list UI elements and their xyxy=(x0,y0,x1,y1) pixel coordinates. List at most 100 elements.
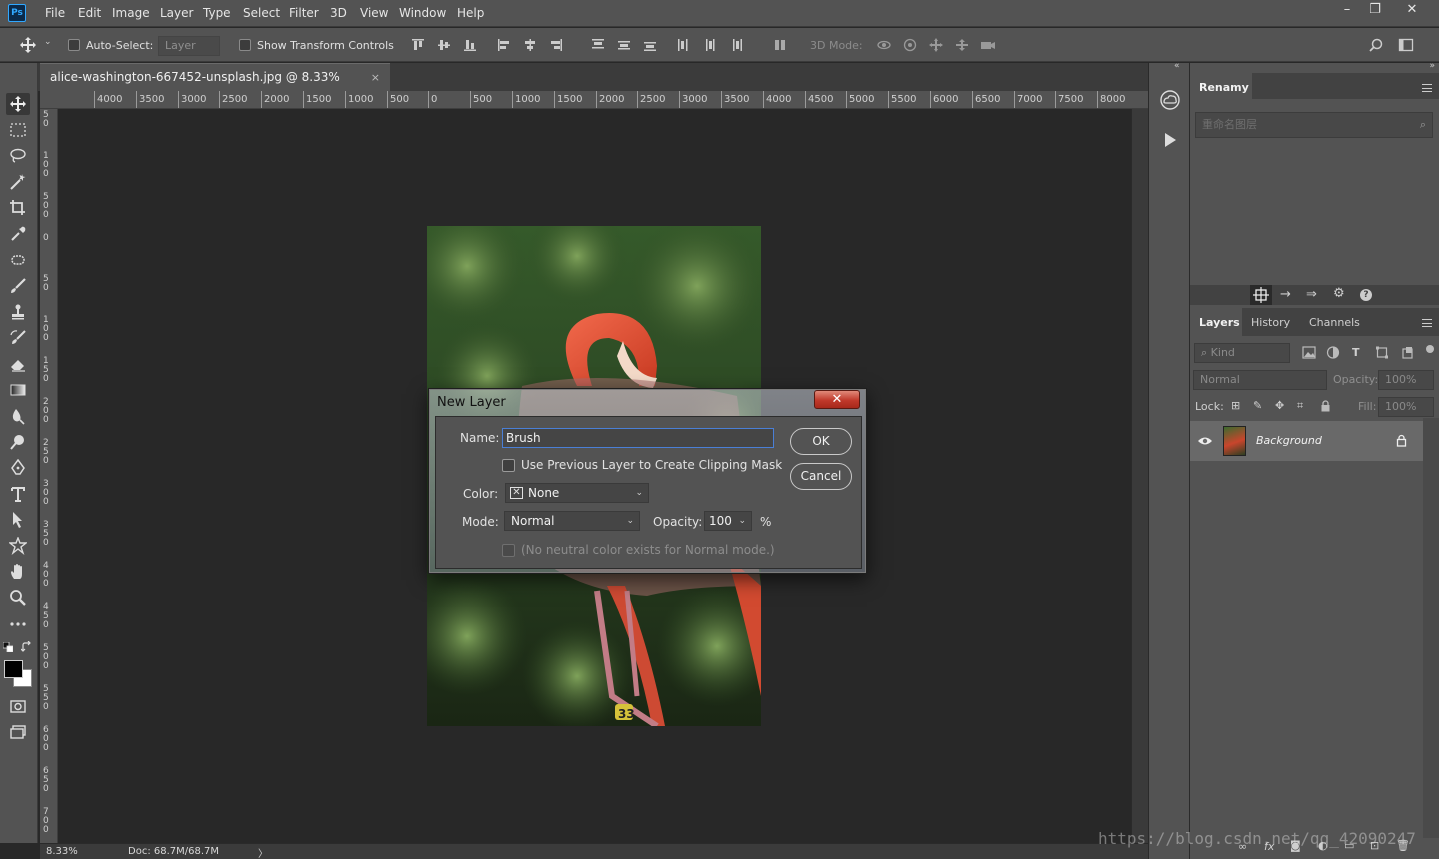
zoom-level[interactable]: 8.33% xyxy=(46,846,78,857)
zoom-tool-icon[interactable] xyxy=(6,587,30,609)
auto-select-dropdown[interactable]: Layer xyxy=(158,36,220,56)
auto-align-icon[interactable] xyxy=(772,37,788,53)
clipping-mask-checkbox[interactable] xyxy=(502,459,515,472)
collapse-dock-icon[interactable]: « xyxy=(1174,61,1180,71)
lock-transparency-icon[interactable]: ⊞ xyxy=(1231,399,1240,412)
menu-filter[interactable]: Filter xyxy=(289,6,319,20)
distribute-hcenter-icon[interactable] xyxy=(702,37,718,53)
auto-select-checkbox[interactable] xyxy=(68,39,80,51)
swap-colors-icon[interactable] xyxy=(20,640,33,653)
quick-mask-icon[interactable] xyxy=(6,695,30,717)
lock-artboard-icon[interactable]: ⌗ xyxy=(1297,399,1303,413)
foreground-color-swatch[interactable] xyxy=(4,660,23,678)
color-select[interactable]: ✕ None ⌄ xyxy=(505,483,649,503)
align-vcenter-icon[interactable] xyxy=(436,37,452,53)
canvas-vertical-scrollbar[interactable] xyxy=(1131,109,1148,843)
custom-shape-icon[interactable] xyxy=(6,535,30,557)
fill-input[interactable]: 100% xyxy=(1378,397,1434,417)
3d-orbit-icon[interactable] xyxy=(876,37,892,53)
close-tab-icon[interactable]: × xyxy=(371,64,380,91)
restore-button[interactable]: ❐ xyxy=(1360,2,1390,20)
renamy-menu-icon[interactable] xyxy=(1422,84,1432,92)
menu-3d[interactable]: 3D xyxy=(330,6,347,20)
layers-scrollbar[interactable] xyxy=(1423,418,1439,838)
history-brush-icon[interactable] xyxy=(6,327,30,349)
path-selection-icon[interactable] xyxy=(6,509,30,531)
layer-kind-filter[interactable]: ⌕ Kind xyxy=(1194,343,1290,363)
3d-roll-icon[interactable] xyxy=(902,37,918,53)
workspace-icon[interactable] xyxy=(1398,37,1414,53)
renamy-search-icon[interactable]: ⌕ xyxy=(1420,113,1426,137)
magic-wand-icon[interactable] xyxy=(6,171,30,193)
menu-image[interactable]: Image xyxy=(112,6,150,20)
distribute-left-icon[interactable] xyxy=(676,37,692,53)
cancel-button[interactable]: Cancel xyxy=(790,463,852,490)
transform-controls-checkbox[interactable] xyxy=(239,39,251,51)
close-window-button[interactable]: ✕ xyxy=(1397,2,1427,20)
menu-type[interactable]: Type xyxy=(203,6,231,20)
menu-file[interactable]: File xyxy=(45,6,65,20)
document-tab[interactable]: alice-washington-667452-unsplash.jpg @ 8… xyxy=(40,63,390,111)
layer-name[interactable]: Background xyxy=(1256,434,1322,447)
dodge-tool-icon[interactable] xyxy=(6,431,30,453)
type-tool-icon[interactable] xyxy=(6,483,30,505)
menu-edit[interactable]: Edit xyxy=(78,6,101,20)
search-icon[interactable] xyxy=(1368,37,1384,53)
align-left-icon[interactable] xyxy=(496,37,512,53)
tab-channels[interactable]: Channels xyxy=(1309,316,1360,329)
dialog-close-button[interactable]: ✕ xyxy=(814,390,860,409)
brush-tool-icon[interactable] xyxy=(6,275,30,297)
marquee-tool-icon[interactable] xyxy=(6,119,30,141)
3d-slide-icon[interactable] xyxy=(954,37,970,53)
lock-pixels-icon[interactable]: ✎ xyxy=(1253,399,1262,412)
tab-layers[interactable]: Layers xyxy=(1190,308,1242,336)
filter-pixel-icon[interactable] xyxy=(1302,346,1316,359)
layer-lock-icon[interactable] xyxy=(1396,434,1407,447)
double-arrow-icon[interactable]: ⇒ xyxy=(1306,287,1317,302)
menu-select[interactable]: Select xyxy=(243,6,280,20)
play-actions-icon[interactable] xyxy=(1161,131,1179,149)
lock-all-icon[interactable] xyxy=(1320,400,1331,412)
gradient-tool-icon[interactable] xyxy=(6,379,30,401)
arrow-right-icon[interactable]: → xyxy=(1280,287,1291,302)
default-colors-icon[interactable] xyxy=(2,641,14,653)
layer-opacity-input[interactable]: 100% xyxy=(1378,370,1434,390)
distribute-right-icon[interactable] xyxy=(728,37,744,53)
plugin-icon[interactable] xyxy=(1250,285,1272,305)
move-tool-icon[interactable] xyxy=(6,93,30,115)
mode-select[interactable]: Normal ⌄ xyxy=(504,511,640,531)
filter-type-icon[interactable]: T xyxy=(1352,346,1360,359)
crop-tool-icon[interactable] xyxy=(6,197,30,219)
status-menu-arrow-icon[interactable]: 〉 xyxy=(258,845,268,859)
align-right-icon[interactable] xyxy=(548,37,564,53)
3d-camera-icon[interactable] xyxy=(980,37,996,53)
align-bottom-icon[interactable] xyxy=(462,37,478,53)
menu-help[interactable]: Help xyxy=(457,6,484,20)
lasso-tool-icon[interactable] xyxy=(6,145,30,167)
hand-tool-icon[interactable] xyxy=(6,561,30,583)
eraser-tool-icon[interactable] xyxy=(6,353,30,375)
minimize-button[interactable]: – xyxy=(1332,2,1362,20)
pen-tool-icon[interactable] xyxy=(6,457,30,479)
distribute-vcenter-icon[interactable] xyxy=(616,37,632,53)
healing-brush-icon[interactable] xyxy=(6,249,30,271)
blend-mode-select[interactable]: Normal xyxy=(1193,370,1327,390)
renamy-tab[interactable]: Renamy xyxy=(1190,73,1252,99)
move-tool-icon[interactable] xyxy=(18,36,38,57)
filter-toggle-icon[interactable] xyxy=(1426,345,1434,353)
opacity-input[interactable]: 100 ⌄ xyxy=(704,511,752,531)
align-hcenter-icon[interactable] xyxy=(522,37,538,53)
menu-window[interactable]: Window xyxy=(399,6,446,20)
filter-smart-object-icon[interactable] xyxy=(1400,346,1414,359)
tab-history[interactable]: History xyxy=(1251,316,1290,329)
clone-stamp-icon[interactable] xyxy=(6,301,30,323)
filter-adjustment-icon[interactable] xyxy=(1326,346,1340,359)
layer-row[interactable]: Background xyxy=(1190,421,1423,461)
distribute-bottom-icon[interactable] xyxy=(642,37,658,53)
distribute-top-icon[interactable] xyxy=(590,37,606,53)
eyedropper-icon[interactable] xyxy=(6,223,30,245)
tool-preset-chevron-icon[interactable]: ⌄ xyxy=(44,37,52,47)
more-tools-icon[interactable] xyxy=(6,613,30,635)
renamy-search-input[interactable]: 重命名图层 ⌕ xyxy=(1195,112,1433,138)
lock-position-icon[interactable]: ✥ xyxy=(1275,399,1284,412)
